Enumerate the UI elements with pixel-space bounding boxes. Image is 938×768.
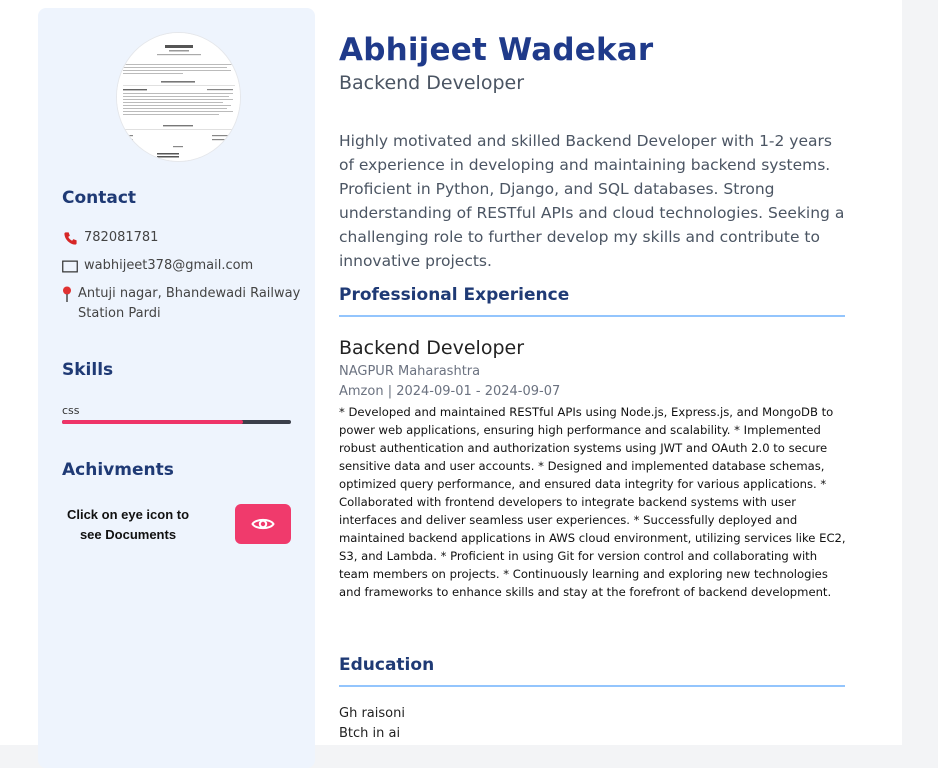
skills-heading: Skills bbox=[62, 360, 114, 380]
experience-divider bbox=[339, 315, 845, 317]
candidate-name: Abhijeet Wadekar bbox=[339, 32, 654, 68]
experience-heading: Professional Experience bbox=[339, 285, 570, 305]
education-institution: Gh raisoni bbox=[339, 706, 405, 721]
skill-progress-fill bbox=[62, 420, 243, 424]
eye-icon bbox=[251, 516, 275, 532]
profile-summary: Highly motivated and skilled Backend Dev… bbox=[339, 132, 845, 270]
achievements-heading: Achivments bbox=[62, 460, 174, 480]
contact-email: wabhijeet378@gmail.com bbox=[62, 256, 253, 276]
phone-icon bbox=[62, 228, 78, 248]
pin-icon bbox=[62, 284, 72, 304]
contact-address-text: Antuji nagar, Bhandewadi Railway Station… bbox=[78, 286, 301, 321]
sidebar: Contact 782081781 wabhijeet378@gmail.com… bbox=[38, 8, 315, 768]
skill-progress-track bbox=[62, 420, 291, 424]
job-title: Backend Developer bbox=[339, 337, 524, 359]
contact-address: Antuji nagar, Bhandewadi Railway Station… bbox=[62, 284, 302, 324]
view-documents-button[interactable] bbox=[235, 504, 291, 544]
documents-note: Click on eye icon to see Documents bbox=[66, 507, 190, 542]
job-description: * Developed and maintained RESTful APIs … bbox=[339, 405, 846, 599]
education-degree: Btch in ai bbox=[339, 726, 401, 741]
resume-thumbnail-image bbox=[117, 33, 240, 161]
profile-photo bbox=[116, 32, 241, 162]
job-location: NAGPUR Maharashtra bbox=[339, 364, 481, 379]
skill-name: css bbox=[62, 404, 80, 417]
contact-phone-text: 782081781 bbox=[84, 230, 159, 245]
education-heading: Education bbox=[339, 655, 435, 675]
education-divider bbox=[339, 685, 845, 687]
job-company-dates: Amzon | 2024-09-01 - 2024-09-07 bbox=[339, 384, 561, 399]
candidate-role: Backend Developer bbox=[339, 72, 524, 94]
mail-icon bbox=[62, 256, 78, 276]
resume-page: Contact 782081781 wabhijeet378@gmail.com… bbox=[0, 0, 902, 768]
contact-email-text: wabhijeet378@gmail.com bbox=[84, 258, 254, 273]
page-gutter bbox=[902, 0, 938, 745]
contact-phone: 782081781 bbox=[62, 228, 158, 248]
contact-heading: Contact bbox=[62, 188, 137, 208]
